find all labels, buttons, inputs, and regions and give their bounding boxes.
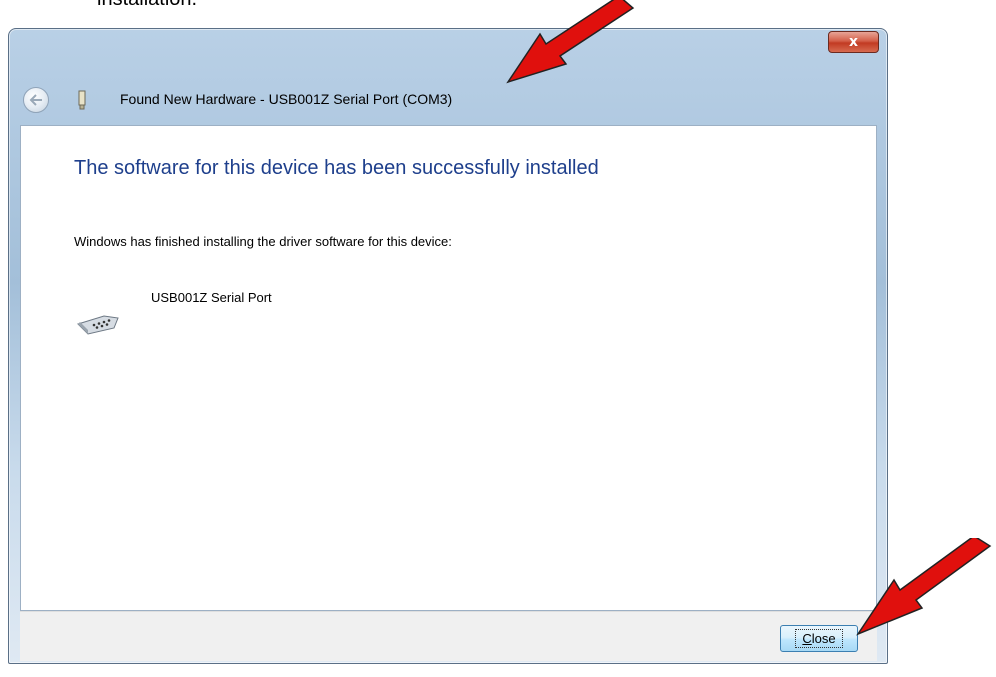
content-area: The software for this device has been su… [20,125,877,611]
serial-port-icon [77,315,119,335]
close-button[interactable]: Close [780,625,858,652]
device-name: USB001Z Serial Port [151,290,272,305]
close-button-label: Close [795,629,843,648]
window-title: Found New Hardware - USB001Z Serial Port… [120,91,453,107]
document-caption: installation. [97,0,197,12]
red-arrow-title [506,0,635,84]
back-arrow-icon [29,94,42,106]
usb-device-icon [78,90,86,110]
red-arrow-close [856,538,992,636]
success-heading: The software for this device has been su… [74,157,599,179]
status-message: Windows has finished installing the driv… [74,234,452,249]
found-new-hardware-dialog: x Found New Hardware - USB001Z Serial Po… [8,28,888,664]
back-button[interactable] [23,87,49,113]
close-icon: x [848,34,859,50]
window-close-button[interactable]: x [828,31,879,53]
dialog-footer: Close [20,611,877,661]
